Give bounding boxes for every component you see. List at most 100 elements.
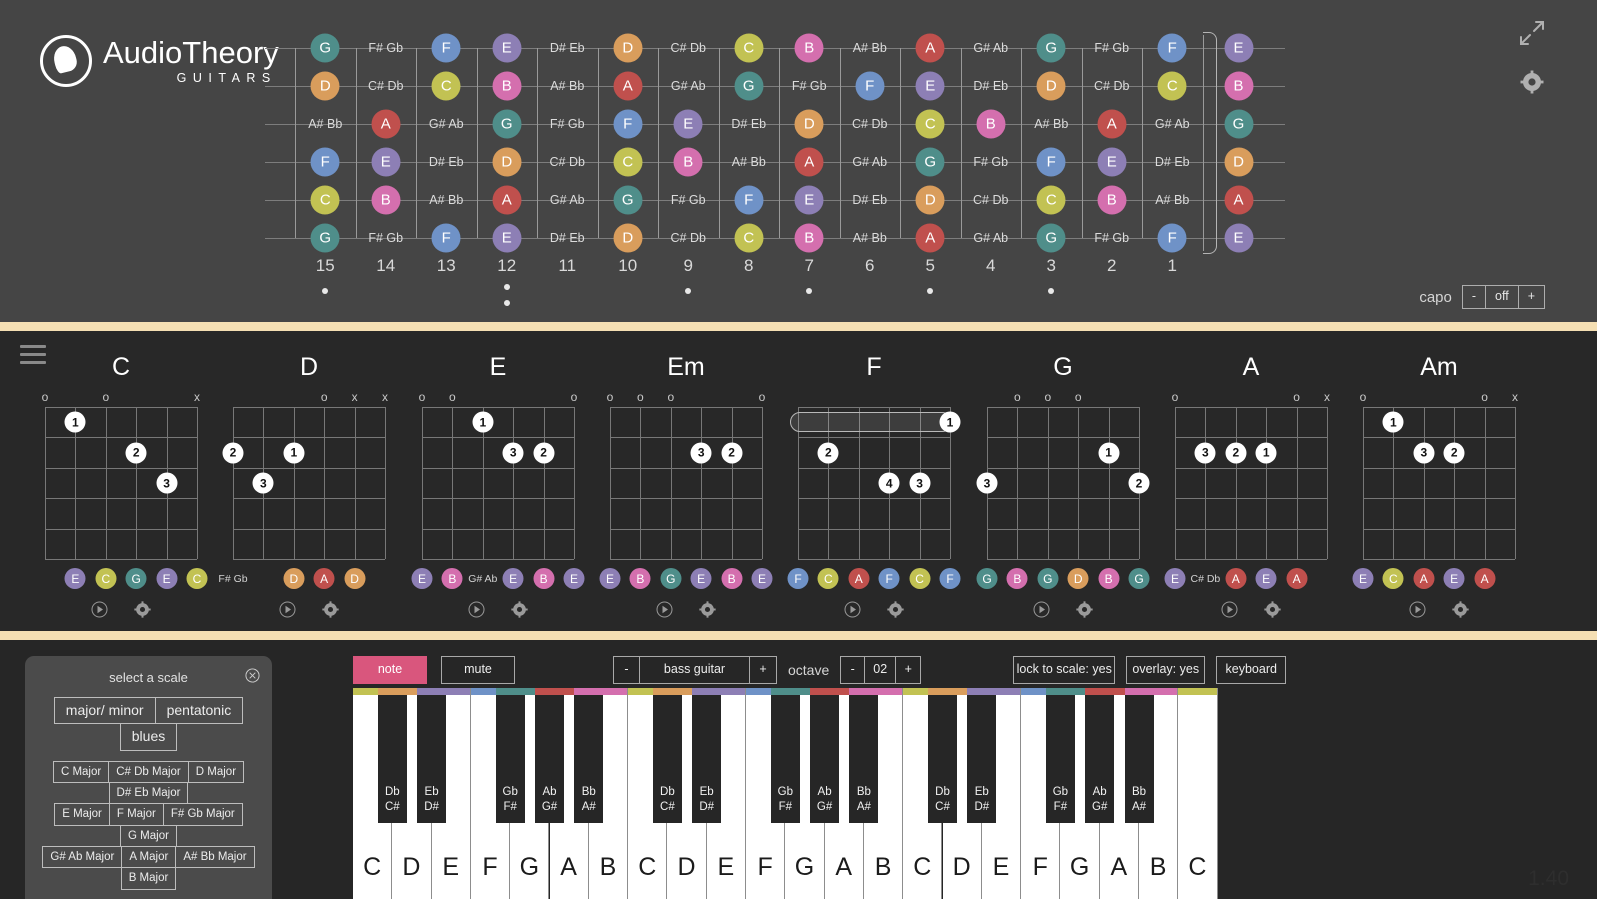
play-icon[interactable] bbox=[1409, 601, 1426, 618]
fretboard-note[interactable]: E bbox=[915, 71, 945, 101]
fretboard-note-label[interactable]: A# Bb bbox=[550, 79, 584, 93]
major-scale-button[interactable]: A# Bb Major bbox=[175, 846, 255, 869]
fretboard-note[interactable]: E bbox=[794, 185, 824, 215]
chord-note[interactable]: B bbox=[533, 568, 555, 589]
chord-note[interactable]: C bbox=[186, 568, 208, 589]
chord-finger-dot[interactable]: 2 bbox=[721, 442, 743, 464]
chord-finger-dot[interactable]: 3 bbox=[156, 472, 178, 494]
chord-note[interactable]: A bbox=[313, 568, 335, 589]
chord-note[interactable]: G bbox=[976, 568, 998, 589]
chord-note[interactable]: B bbox=[441, 568, 463, 589]
fretboard-note[interactable]: E bbox=[492, 33, 522, 63]
fretboard-note-label[interactable]: C# Db bbox=[368, 79, 403, 93]
chord-note[interactable]: E bbox=[751, 568, 773, 589]
capo-value[interactable]: off bbox=[1486, 286, 1519, 308]
fretboard-note-label[interactable]: C# Db bbox=[671, 231, 706, 245]
fretboard-note[interactable]: E bbox=[371, 147, 401, 177]
piano-black-key[interactable]: Gb F# bbox=[770, 688, 800, 823]
chord-finger-dot[interactable]: 3 bbox=[1194, 442, 1216, 464]
chord-fret-grid[interactable]: 231 bbox=[222, 407, 386, 560]
chord-note[interactable]: D bbox=[1067, 568, 1089, 589]
fretboard-note-label[interactable]: F# Gb bbox=[1094, 231, 1129, 245]
close-icon[interactable] bbox=[245, 668, 260, 683]
chord-note[interactable]: D bbox=[283, 568, 305, 589]
fretboard-note-label[interactable]: D# Eb bbox=[550, 231, 585, 245]
fretboard-note[interactable]: B bbox=[1097, 185, 1127, 215]
fretboard-note[interactable]: C bbox=[613, 147, 643, 177]
chord-note[interactable]: E bbox=[1443, 568, 1465, 589]
capo-minus-button[interactable]: - bbox=[1463, 286, 1487, 308]
major-scale-button[interactable]: D Major bbox=[187, 760, 245, 783]
chord-fret-grid[interactable]: 132 bbox=[1363, 407, 1516, 560]
chord-finger-dot[interactable]: 1 bbox=[472, 411, 494, 433]
chord-finger-dot[interactable]: 3 bbox=[690, 442, 712, 464]
fretboard-note[interactable]: D bbox=[1224, 147, 1253, 177]
fretboard-note[interactable]: D bbox=[915, 185, 945, 215]
fretboard-note[interactable]: G bbox=[492, 109, 522, 139]
fretboard-note[interactable]: C bbox=[734, 33, 764, 63]
fretboard-note[interactable]: A bbox=[492, 185, 522, 215]
fretboard-note-label[interactable]: A# Bb bbox=[429, 193, 463, 207]
fretboard-note-label[interactable]: A# Bb bbox=[732, 155, 766, 169]
fretboard-note[interactable]: A bbox=[915, 223, 945, 253]
fretboard-note[interactable]: E bbox=[1097, 147, 1127, 177]
fretboard-note[interactable]: F bbox=[734, 185, 764, 215]
fretboard-note[interactable]: G bbox=[310, 223, 340, 253]
gear-icon[interactable] bbox=[1520, 70, 1544, 94]
fretboard-note[interactable]: G bbox=[1036, 223, 1066, 253]
gear-icon[interactable] bbox=[134, 601, 151, 618]
instrument-value[interactable]: bass guitar bbox=[640, 657, 750, 683]
chord-finger-dot[interactable]: 1 bbox=[1255, 442, 1277, 464]
fretboard-note[interactable]: B bbox=[794, 33, 824, 63]
scale-type-button-1[interactable]: pentatonic bbox=[154, 696, 244, 724]
piano-black-key[interactable]: Eb D# bbox=[692, 688, 722, 823]
fretboard-note-label[interactable]: A# Bb bbox=[1034, 117, 1068, 131]
fretboard-note[interactable]: D bbox=[794, 109, 824, 139]
chord-note[interactable]: B bbox=[1098, 568, 1120, 589]
fretboard-note-label[interactable]: F# Gb bbox=[368, 231, 403, 245]
chord-note[interactable]: A bbox=[848, 568, 870, 589]
fretboard-note[interactable]: B bbox=[794, 223, 824, 253]
piano-black-key[interactable]: Bb A# bbox=[849, 688, 879, 823]
chord-note[interactable]: A bbox=[1474, 568, 1496, 589]
overlay-button[interactable]: overlay: yes bbox=[1126, 656, 1206, 684]
piano-black-key[interactable]: Gb F# bbox=[495, 688, 525, 823]
scale-type-button-0[interactable]: major/ minor bbox=[53, 696, 156, 724]
fretboard-note-label[interactable]: F# Gb bbox=[792, 79, 827, 93]
fretboard-note[interactable]: E bbox=[1224, 223, 1253, 253]
fretboard-note[interactable]: F bbox=[613, 109, 643, 139]
chord-fret-grid[interactable]: 3 12 bbox=[976, 407, 1150, 560]
major-scale-button[interactable]: D# Eb Major bbox=[108, 781, 189, 805]
fretboard-note[interactable]: G bbox=[734, 71, 764, 101]
chord-finger-dot[interactable]: 4 bbox=[878, 472, 900, 494]
fretboard-note[interactable]: C bbox=[310, 185, 340, 215]
piano-black-key[interactable]: Db C# bbox=[928, 688, 957, 823]
fretboard-note-label[interactable]: A# Bb bbox=[853, 41, 887, 55]
fretboard-note-label[interactable]: D# Eb bbox=[550, 41, 585, 55]
chord-finger-dot[interactable]: 2 bbox=[1225, 442, 1247, 464]
fretboard-note[interactable]: G bbox=[1036, 33, 1066, 63]
fretboard-note-label[interactable]: C# Db bbox=[550, 155, 585, 169]
fretboard-note-label[interactable]: G# Ab bbox=[973, 41, 1008, 55]
chord-note[interactable]: E bbox=[563, 568, 585, 589]
note-button[interactable]: note bbox=[353, 656, 427, 684]
fretboard-note[interactable]: D bbox=[492, 147, 522, 177]
mute-button[interactable]: mute bbox=[441, 656, 515, 684]
scale-type-button-2[interactable]: blues bbox=[119, 723, 178, 751]
fretboard-note[interactable]: F bbox=[1036, 147, 1066, 177]
octave-plus-button[interactable]: + bbox=[896, 657, 920, 683]
fretboard-note[interactable]: C bbox=[1036, 185, 1066, 215]
major-scale-button[interactable]: B Major bbox=[120, 867, 177, 890]
piano-black-key[interactable]: Ab G# bbox=[810, 688, 840, 823]
fretboard-note[interactable]: A bbox=[794, 147, 824, 177]
instrument-minus-button[interactable]: - bbox=[614, 657, 640, 683]
fretboard-note[interactable]: A bbox=[915, 33, 945, 63]
chord-note[interactable]: B bbox=[721, 568, 743, 589]
fretboard-note[interactable]: B bbox=[976, 109, 1006, 139]
major-scale-button[interactable]: F# Gb Major bbox=[162, 803, 243, 826]
fretboard-note[interactable]: A bbox=[1224, 185, 1253, 215]
major-scale-button[interactable]: C Major bbox=[52, 760, 110, 783]
chord-finger-dot[interactable]: 3 bbox=[252, 472, 274, 494]
fretboard-note[interactable]: F bbox=[431, 33, 461, 63]
piano-black-key[interactable]: Db C# bbox=[652, 688, 682, 823]
